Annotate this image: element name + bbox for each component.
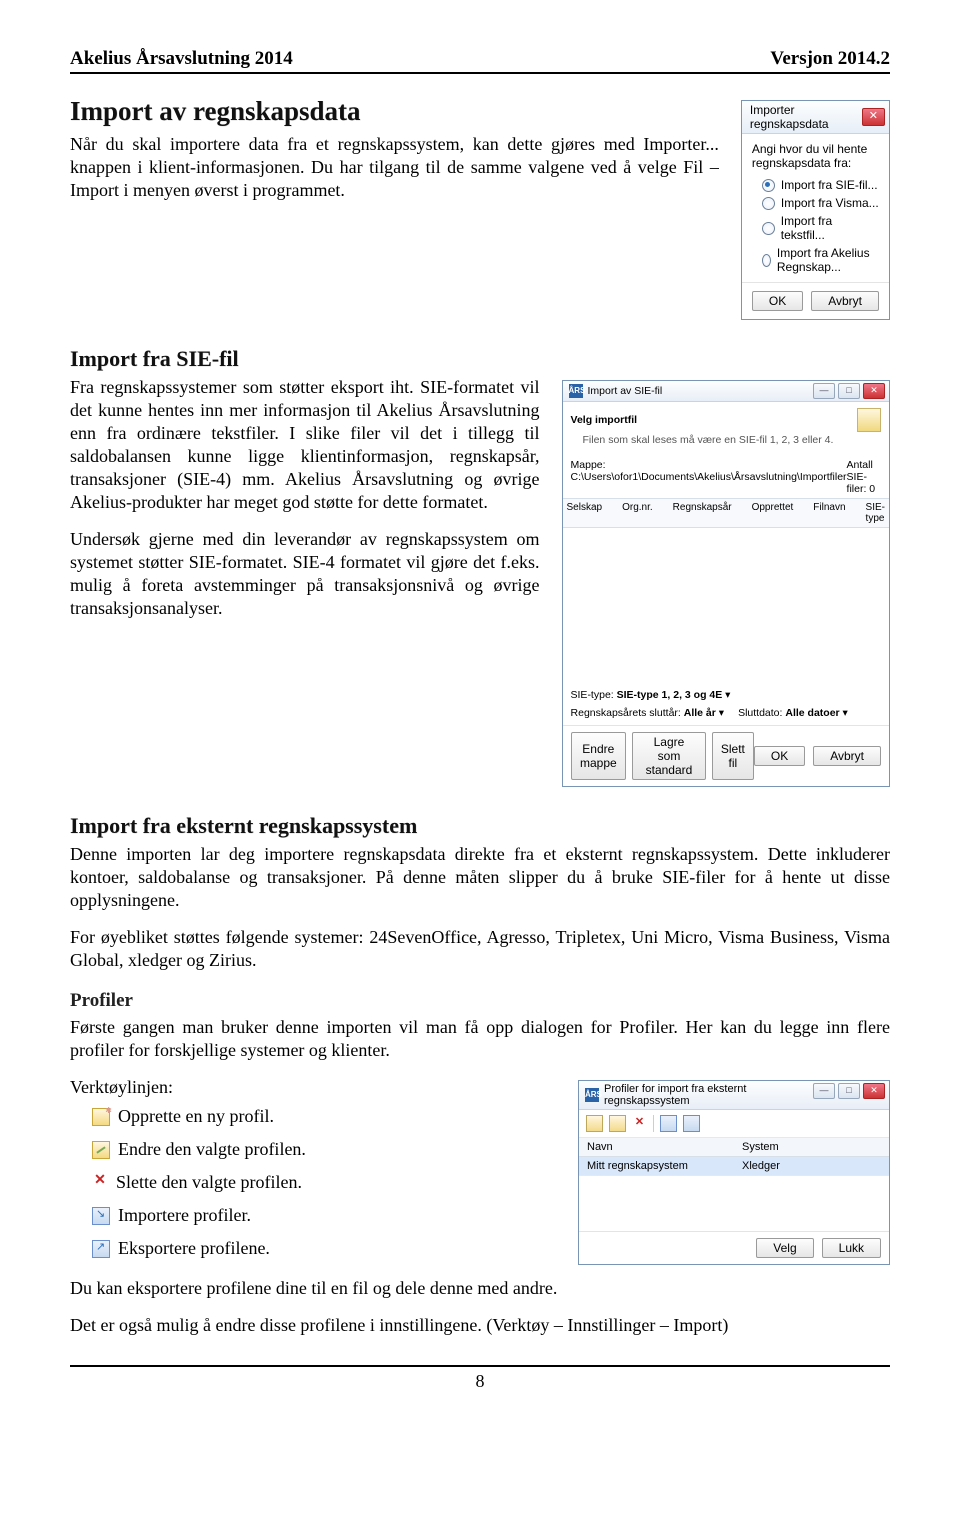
- dialog2-columns: Selskap Org.nr. Regnskapsår Opprettet Fi…: [563, 498, 889, 528]
- dialog3-header-row: Navn System: [579, 1138, 889, 1157]
- dialog-profiler: ÅRS Profiler for import fra eksternt reg…: [578, 1080, 890, 1265]
- close-icon[interactable]: ✕: [862, 108, 885, 126]
- header-left: Akelius Årsavslutning 2014: [70, 48, 293, 70]
- maximize-icon[interactable]: □: [838, 1083, 860, 1099]
- page-number: 8: [70, 1365, 890, 1392]
- dialog2-path: C:\Users\ofor1\Documents\Akelius\Årsavsl…: [571, 471, 847, 483]
- close-button[interactable]: Lukk: [822, 1238, 881, 1258]
- filter-end-date[interactable]: Alle datoer: [785, 707, 839, 719]
- app-icon: ÅRS: [585, 1088, 599, 1102]
- import-profiles-icon[interactable]: [660, 1115, 677, 1132]
- radio-import-sie[interactable]: Import fra SIE-fil...: [752, 176, 879, 194]
- dialog-importer-regnskapsdata: Importer regnskapsdata ✕ Angi hvor du vi…: [741, 100, 890, 320]
- dialog2-count: 0: [869, 483, 875, 495]
- edit-profile-icon[interactable]: [609, 1115, 626, 1132]
- export-icon: [92, 1240, 110, 1258]
- page-header: Akelius Årsavslutning 2014 Versjon 2014.…: [70, 48, 890, 74]
- heading-import-sie-fil: Import fra SIE-fil: [70, 346, 890, 372]
- heading-import-regnskapsdata: Import av regnskapsdata: [70, 96, 719, 127]
- radio-icon: [762, 197, 775, 210]
- export-paragraph: Du kan eksportere profilene dine til en …: [70, 1277, 890, 1300]
- ok-button[interactable]: OK: [754, 746, 805, 766]
- ok-button[interactable]: OK: [752, 291, 803, 311]
- dialog1-title: Importer regnskapsdata: [750, 103, 862, 131]
- dialog3-titlebar: ÅRS Profiler for import fra eksternt reg…: [579, 1081, 889, 1110]
- new-profile-icon[interactable]: [586, 1115, 603, 1132]
- radio-icon: [762, 222, 775, 235]
- ekstern-paragraph-1: Denne importen lar deg importere regnska…: [70, 843, 890, 912]
- list-item: Importere profiler.: [92, 1204, 558, 1227]
- dialog1-prompt: Angi hvor du vil hente regnskapsdata fra…: [752, 142, 879, 170]
- profile-system: Xledger: [734, 1157, 889, 1175]
- cancel-button[interactable]: Avbryt: [811, 291, 879, 311]
- heading-import-eksternt: Import fra eksternt regnskapssystem: [70, 813, 890, 839]
- close-icon[interactable]: ✕: [863, 1083, 885, 1099]
- list-item: Eksportere profilene.: [92, 1237, 558, 1260]
- profiler-paragraph-1: Første gangen man bruker denne importen …: [70, 1016, 890, 1062]
- sie-paragraph-1: Fra regnskapssystemer som støtter ekspor…: [70, 376, 540, 514]
- maximize-icon[interactable]: □: [838, 383, 860, 399]
- export-profiles-icon[interactable]: [683, 1115, 700, 1132]
- dialog2-filters: SIE-type: SIE-type 1, 2, 3 og 4E ▾ Regns…: [563, 683, 889, 725]
- list-item: Opprette en ny profil.: [92, 1105, 558, 1128]
- radio-import-tekstfil[interactable]: Import fra tekstfil...: [752, 212, 879, 244]
- radio-import-akelius-regnskap[interactable]: Import fra Akelius Regnskap...: [752, 244, 879, 276]
- dialog2-title: Import av SIE-fil: [588, 385, 663, 397]
- radio-icon: [762, 254, 771, 267]
- header-right: Versjon 2014.2: [770, 48, 890, 70]
- dialog2-file-list[interactable]: [563, 528, 889, 683]
- import-icon: [92, 1207, 110, 1225]
- folder-search-icon[interactable]: [857, 408, 881, 432]
- filter-sie-type[interactable]: SIE-type 1, 2, 3 og 4E: [617, 689, 723, 701]
- cancel-button[interactable]: Avbryt: [813, 746, 881, 766]
- change-folder-button[interactable]: Endre mappe: [571, 732, 627, 780]
- dialog3-title: Profiler for import fra eksternt regnska…: [604, 1083, 813, 1107]
- list-item: ✕ Slette den valgte profilen.: [92, 1171, 558, 1194]
- delete-profile-icon[interactable]: ✕: [632, 1115, 647, 1130]
- dialog1-titlebar: Importer regnskapsdata ✕: [742, 101, 889, 134]
- minimize-icon[interactable]: —: [813, 383, 835, 399]
- delete-icon: ✕: [92, 1174, 108, 1190]
- dialog2-group: Velg importfil: [571, 414, 638, 426]
- close-icon[interactable]: ✕: [863, 383, 885, 399]
- heading-profiler: Profiler: [70, 990, 890, 1012]
- app-icon: ÅRS: [569, 384, 583, 398]
- dialog2-titlebar: ÅRS Import av SIE-fil — □ ✕: [563, 381, 889, 402]
- delete-file-button[interactable]: Slett fil: [712, 732, 754, 780]
- radio-icon: [762, 179, 775, 192]
- profile-name: Mitt regnskapsystem: [579, 1157, 734, 1175]
- minimize-icon[interactable]: —: [813, 1083, 835, 1099]
- filter-end-year[interactable]: Alle år: [684, 707, 716, 719]
- table-row[interactable]: Mitt regnskapsystem Xledger: [579, 1157, 889, 1176]
- sie-paragraph-2: Undersøk gjerne med din leverandør av re…: [70, 528, 540, 620]
- list-item: Endre den valgte profilen.: [92, 1138, 558, 1161]
- settings-paragraph: Det er også mulig å endre disse profilen…: [70, 1314, 890, 1337]
- new-icon: [92, 1108, 110, 1126]
- dialog-import-sie-fil: ÅRS Import av SIE-fil — □ ✕ Velg importf…: [562, 380, 890, 787]
- save-default-button[interactable]: Lagre som standard: [632, 732, 706, 780]
- edit-icon: [92, 1141, 110, 1159]
- radio-import-visma[interactable]: Import fra Visma...: [752, 194, 879, 212]
- dialog2-hint: Filen som skal leses må være en SIE-fil …: [571, 432, 881, 450]
- ekstern-paragraph-2: For øyebliket støttes følgende systemer:…: [70, 926, 890, 972]
- intro-paragraph: Når du skal importere data fra et regnsk…: [70, 133, 719, 202]
- select-button[interactable]: Velg: [756, 1238, 813, 1258]
